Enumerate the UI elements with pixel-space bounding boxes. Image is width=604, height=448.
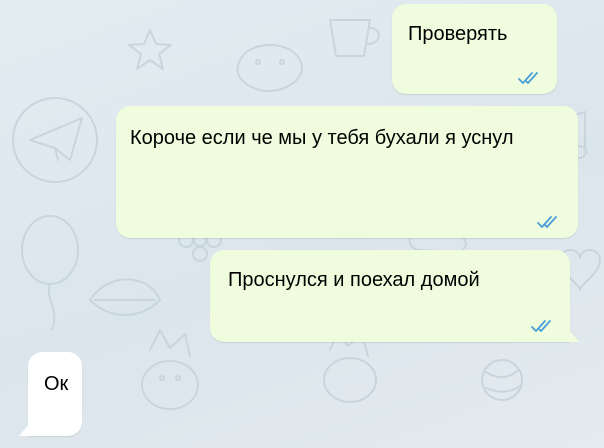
cup-doodle-icon — [329, 19, 380, 57]
message-bubble-outgoing[interactable]: Проверять — [392, 4, 557, 94]
cat-face-doodle-icon — [323, 331, 377, 403]
dog-doodle-icon — [236, 44, 303, 92]
double-check-icon — [518, 72, 538, 84]
yarn-ball-doodle-icon — [481, 359, 523, 401]
double-check-icon — [531, 320, 551, 332]
message-text: Проснулся и поехал домой — [228, 269, 480, 291]
message-text: Проверять — [408, 23, 508, 45]
star-doodle-icon — [128, 29, 172, 70]
message-bubble-outgoing[interactable]: Проснулся и поехал домой — [210, 250, 579, 342]
message-text: Короче если че мы у тебя бухали я уснул — [130, 127, 514, 149]
leaf-doodle-icon — [89, 278, 161, 316]
double-check-icon — [537, 216, 557, 228]
balloon-doodle-icon — [21, 215, 79, 331]
cat-doodle-icon — [141, 329, 199, 410]
message-bubble-incoming[interactable]: Ок — [19, 352, 82, 436]
message-bubble-outgoing[interactable]: Короче если че мы у тебя бухали я уснул — [116, 106, 578, 238]
message-text: Ок — [44, 373, 69, 395]
paper-plane-doodle-icon — [12, 97, 98, 183]
